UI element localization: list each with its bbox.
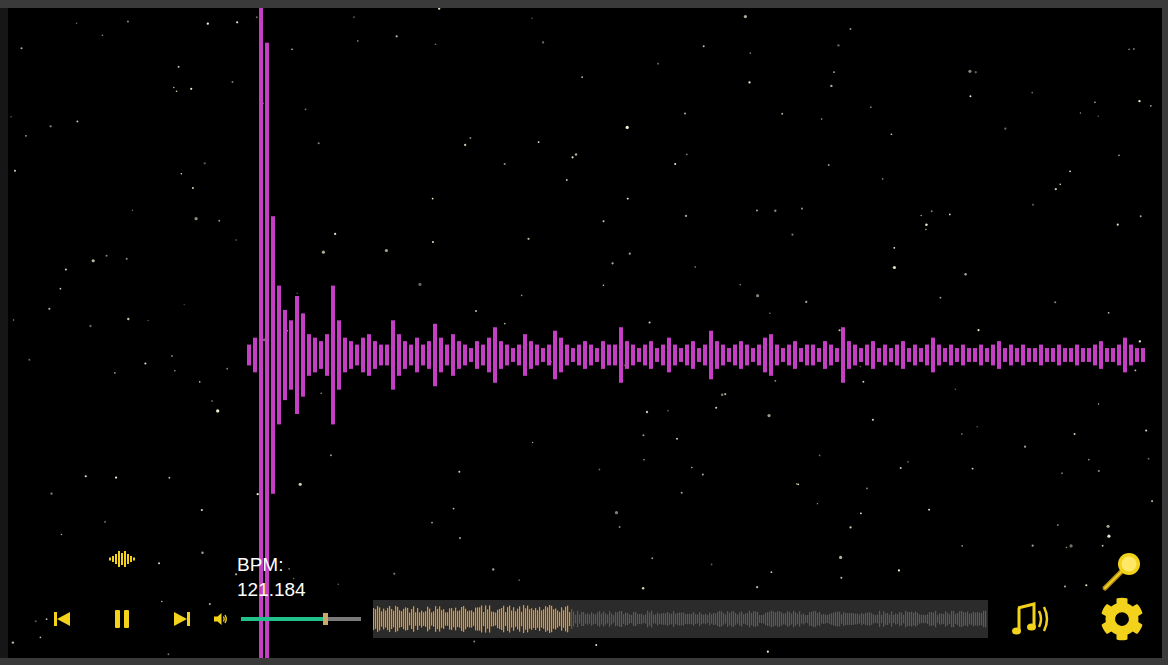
visualizer-app: BPM:121.184 <box>0 0 1168 665</box>
starfield <box>8 8 1162 658</box>
music-note-icon[interactable] <box>1012 600 1052 638</box>
track-progress[interactable] <box>373 600 988 638</box>
pause-icon[interactable] <box>112 609 132 629</box>
previous-icon[interactable] <box>52 611 72 627</box>
left-frame <box>0 8 8 658</box>
gear-icon[interactable] <box>1100 597 1144 641</box>
top-frame <box>0 0 1168 8</box>
visualizer-canvas: BPM:121.184 <box>8 8 1162 658</box>
volume-icon[interactable] <box>214 612 228 626</box>
right-frame <box>1162 8 1168 658</box>
controls-bar: BPM:121.184 <box>52 550 1144 634</box>
volume-slider[interactable] <box>241 617 361 621</box>
bpm-readout: BPM:121.184 <box>237 552 361 602</box>
volume-fill <box>241 617 325 621</box>
volume-handle[interactable] <box>323 613 328 625</box>
bottom-frame <box>0 658 1168 665</box>
waveform <box>8 8 1162 658</box>
next-icon[interactable] <box>172 611 192 627</box>
bpm-label: BPM: <box>237 552 361 577</box>
waveform-mode-icon[interactable] <box>108 550 136 568</box>
search-icon[interactable] <box>1101 550 1143 592</box>
bpm-value: 121.184 <box>237 577 361 602</box>
